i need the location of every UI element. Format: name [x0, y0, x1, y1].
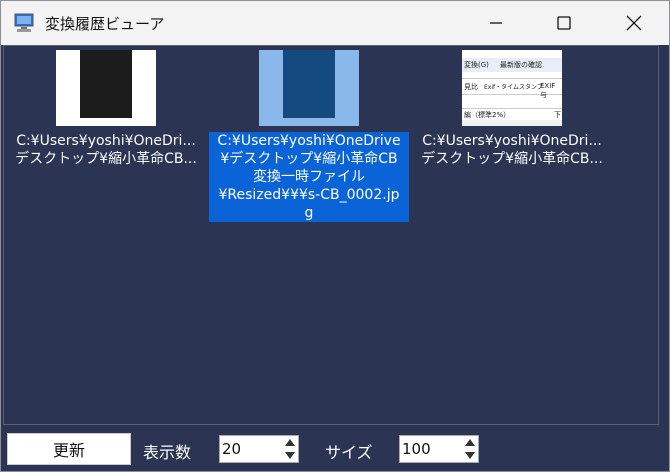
- thumbnail-image: [56, 50, 156, 126]
- thumbnail-list[interactable]: C:¥Users¥yoshi¥OneDri... デスクトップ¥縮小革命CB..…: [3, 45, 659, 425]
- path-line: C:¥Users¥yoshi¥OneDri...: [16, 133, 196, 149]
- thumbnail-image: 変換(G) 最新版の確認 見比 Exif・タイムスタンプ EXIF与 編（標準2…: [462, 50, 562, 126]
- count-stepper[interactable]: 20: [219, 435, 299, 463]
- minimize-icon: [490, 22, 502, 24]
- chevron-up-icon[interactable]: [462, 436, 478, 449]
- count-value[interactable]: 20: [222, 440, 241, 458]
- thumb-text: 編（標準2%）: [464, 111, 511, 119]
- maximize-button[interactable]: [539, 1, 589, 45]
- path-line: C:¥Users¥yoshi¥OneDrive: [217, 133, 401, 149]
- close-button[interactable]: [609, 1, 659, 45]
- size-stepper[interactable]: 100: [399, 435, 479, 463]
- maximize-icon: [557, 16, 571, 30]
- bottom-toolbar: 更新 表示数 20 サイズ 100: [1, 427, 669, 471]
- item-path-label: C:¥Users¥yoshi¥OneDri... デスクトップ¥縮小革命CB..…: [6, 132, 206, 168]
- thumbnail-image: [259, 50, 359, 126]
- item-path-label: C:¥Users¥yoshi¥OneDrive ¥デスクトップ¥縮小革命CB 変…: [209, 132, 409, 222]
- path-line: ¥デスクトップ¥縮小革命CB: [220, 151, 398, 167]
- thumb-text: 見比: [464, 83, 478, 91]
- item-path-label: C:¥Users¥yoshi¥OneDri... デスクトップ¥縮小革命CB..…: [412, 132, 612, 168]
- path-line: デスクトップ¥縮小革命CB...: [15, 151, 197, 167]
- count-stepper-arrows[interactable]: [282, 436, 298, 462]
- title-bar: 変換履歴ビューア: [1, 1, 669, 45]
- size-label: サイズ: [325, 443, 373, 462]
- path-line: ¥Resized¥¥¥s-CB_0002.jp: [218, 187, 400, 203]
- count-label: 表示数: [143, 443, 192, 462]
- path-line: デスクトップ¥縮小革命CB...: [421, 151, 603, 167]
- path-line: 変換一時ファイル: [253, 169, 365, 185]
- chevron-up-icon[interactable]: [282, 436, 298, 449]
- chevron-down-icon[interactable]: [282, 449, 298, 462]
- path-line: g: [304, 205, 314, 221]
- close-icon: [626, 15, 642, 31]
- monitor-icon: [13, 13, 35, 33]
- thumb-text: 下: [554, 111, 561, 119]
- chevron-down-icon[interactable]: [462, 449, 478, 462]
- thumb-text: 最新版の確認: [500, 61, 542, 69]
- path-line: C:¥Users¥yoshi¥OneDri...: [422, 133, 602, 149]
- update-button[interactable]: 更新: [7, 433, 131, 465]
- thumb-text: Exif・タイムスタンプ: [484, 84, 543, 91]
- app-window: 変換履歴ビューア C:¥Users¥yoshi¥OneDri... デスクトップ…: [0, 0, 670, 472]
- size-stepper-arrows[interactable]: [462, 436, 478, 462]
- minimize-button[interactable]: [471, 1, 521, 45]
- size-value[interactable]: 100: [402, 440, 431, 458]
- thumb-text: EXIF与: [540, 82, 556, 99]
- window-title: 変換履歴ビューア: [45, 15, 165, 33]
- thumb-text: 変換(G): [464, 61, 489, 69]
